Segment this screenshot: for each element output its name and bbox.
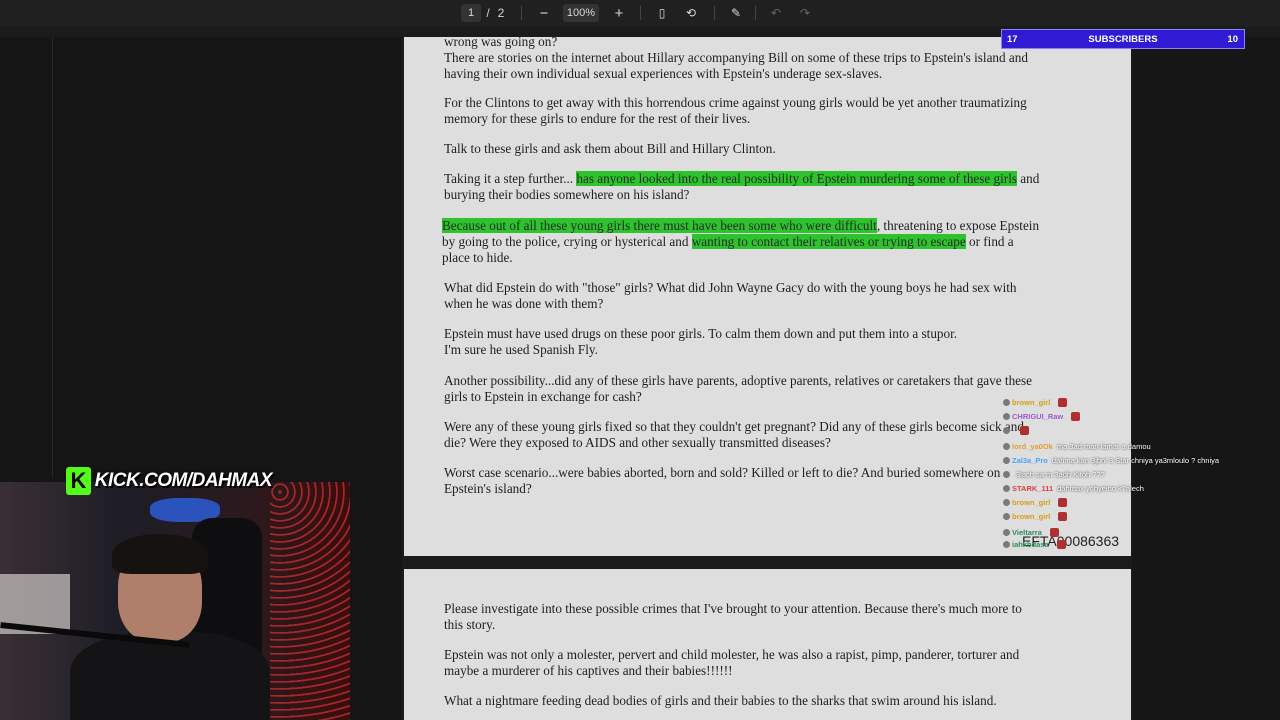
kick-logo: K KICK.COM/DAHMAX: [66, 466, 273, 496]
chat-username[interactable]: Vieltarra: [1012, 528, 1042, 537]
red-lights: [270, 482, 350, 720]
emote-icon: [1058, 498, 1068, 507]
page-total: 2: [497, 6, 505, 20]
chat-message: STARK_111 dahmax yohyeino k7alech: [1003, 484, 1144, 493]
chat-message: [1003, 426, 1029, 435]
paragraph: Epstein was not only a molester, pervert…: [444, 647, 1020, 678]
chat-text: dahmax yohyeino k7alech: [1057, 484, 1144, 493]
emote-icon: [1071, 412, 1081, 421]
badge-icon: [1003, 513, 1010, 520]
badge-icon: [1003, 399, 1010, 406]
emote-icon: [1058, 512, 1068, 521]
undo-icon[interactable]: ↶: [767, 4, 785, 22]
chat-username[interactable]: brown_girl: [1012, 398, 1050, 407]
chat-message: brown_girl: [1003, 398, 1068, 407]
paragraph-highlighted: Taking it a step further... has anyone l…: [444, 171, 1094, 203]
chat-message: 3lach sa m 3adh Kitoh ???: [1003, 470, 1105, 479]
chat-username[interactable]: CHRIGUI_Raw: [1012, 412, 1063, 421]
chat-message: iahkbdasa: [1003, 540, 1066, 549]
chat-text: ma 3ad man lamar a damou: [1056, 442, 1151, 451]
chat-message: brown_girl: [1003, 498, 1068, 507]
badge-icon: [1003, 541, 1010, 548]
badge-icon: [1003, 485, 1010, 492]
badge-icon: [1003, 443, 1010, 450]
toolbar-divider: [521, 6, 522, 20]
chat-username[interactable]: STARK_111: [1012, 484, 1053, 493]
paragraph: What a nightmare feeding dead bodies of …: [444, 693, 997, 708]
paragraph: Were any of these young girls fixed so t…: [444, 419, 1024, 450]
page-number-input[interactable]: 1: [461, 4, 481, 22]
paragraph: Worst case scenario...were babies aborte…: [444, 465, 1001, 496]
chat-text: 3lach sa m 3adh Kitoh ???: [1016, 470, 1105, 479]
chat-text: dahma kan 3jbni 3 Star chniya ya3mloulo …: [1051, 456, 1220, 465]
paragraph-highlighted: Because out of all these young girls the…: [442, 218, 1092, 266]
paragraph: wrong was going on? There are stories on…: [444, 37, 1028, 81]
text: Taking it a step further...: [444, 171, 577, 186]
fit-page-icon[interactable]: ▯: [653, 4, 671, 22]
highlight: wanting to contact their relatives or tr…: [691, 234, 966, 249]
toolbar-divider: [755, 6, 756, 20]
chat-username[interactable]: iahkbdasa: [1012, 540, 1049, 549]
emote-icon: [1056, 540, 1066, 549]
zoom-level[interactable]: 100%: [563, 4, 599, 22]
badge-icon: [1003, 471, 1010, 478]
paragraph: Talk to these girls and ask them about B…: [444, 141, 776, 156]
chat-message: CHRIGUI_Raw: [1003, 412, 1081, 421]
chat-message: Vieltarra: [1003, 528, 1059, 537]
chat-username[interactable]: lord_ya0Ok: [1012, 442, 1053, 451]
paragraph: Please investigate into these possible c…: [444, 601, 1022, 632]
kick-k-icon: K: [66, 467, 91, 495]
draw-icon[interactable]: ✎: [727, 4, 745, 22]
emote-icon: [1049, 528, 1059, 537]
chat-username[interactable]: Zal3a_Pro: [1012, 456, 1048, 465]
subscriber-count-right: 10: [1227, 34, 1238, 45]
toolbar-divider: [640, 6, 641, 20]
badge-icon: [1003, 413, 1010, 420]
toolbar-divider: [714, 6, 715, 20]
paragraph: For the Clintons to get away with this h…: [444, 95, 1027, 126]
chat-message: brown_girl: [1003, 512, 1068, 521]
subscriber-goal-bar: SUBSCRIBERS 17 10: [1001, 29, 1245, 49]
badge-icon: [1003, 457, 1010, 464]
paragraph: What did Epstein do with "those" girls? …: [444, 280, 1017, 311]
pdf-page-2: Please investigate into these possible c…: [404, 569, 1131, 720]
rotate-icon[interactable]: ⟲: [682, 4, 700, 22]
badge-icon: [1003, 529, 1010, 536]
paragraph: Epstein must have used drugs on these po…: [444, 326, 958, 357]
highlight: Because out of all these young girls the…: [442, 218, 877, 233]
emote-icon: [1058, 398, 1068, 407]
badge-icon: [1003, 427, 1010, 434]
paragraph: Another possibility...did any of these g…: [444, 373, 1032, 404]
chat-username[interactable]: brown_girl: [1012, 512, 1050, 521]
pdf-toolbar: 1 / 2 − 100% + ▯ ⟲ ✎ ↶ ↷: [0, 0, 1280, 26]
webcam-feed: [0, 482, 350, 720]
zoom-out-button[interactable]: −: [535, 4, 553, 22]
chat-username[interactable]: brown_girl: [1012, 498, 1050, 507]
streamer-hair: [112, 534, 208, 574]
right-background: [1132, 37, 1280, 720]
emote-icon: [1020, 426, 1029, 435]
chat-overlay: brown_girl CHRIGUI_Raw lord_ya0Ok ma 3ad ma…: [1003, 380, 1263, 555]
highlight: has anyone looked into the real possibil…: [576, 171, 1017, 186]
redo-icon[interactable]: ↷: [796, 4, 814, 22]
page-separator: /: [486, 6, 490, 20]
chat-message: lord_ya0Ok ma 3ad man lamar a damou: [1003, 442, 1151, 451]
zoom-in-button[interactable]: +: [610, 4, 628, 22]
badge-icon: [1003, 499, 1010, 506]
kick-url: KICK.COM/DAHMAX: [94, 470, 273, 491]
subscriber-count-left: 17: [1007, 34, 1018, 45]
chat-message: Zal3a_Pro dahma kan 3jbni 3 Star chniya y…: [1003, 456, 1219, 465]
subscriber-label: SUBSCRIBERS: [1088, 34, 1158, 45]
left-divider: [52, 37, 53, 477]
